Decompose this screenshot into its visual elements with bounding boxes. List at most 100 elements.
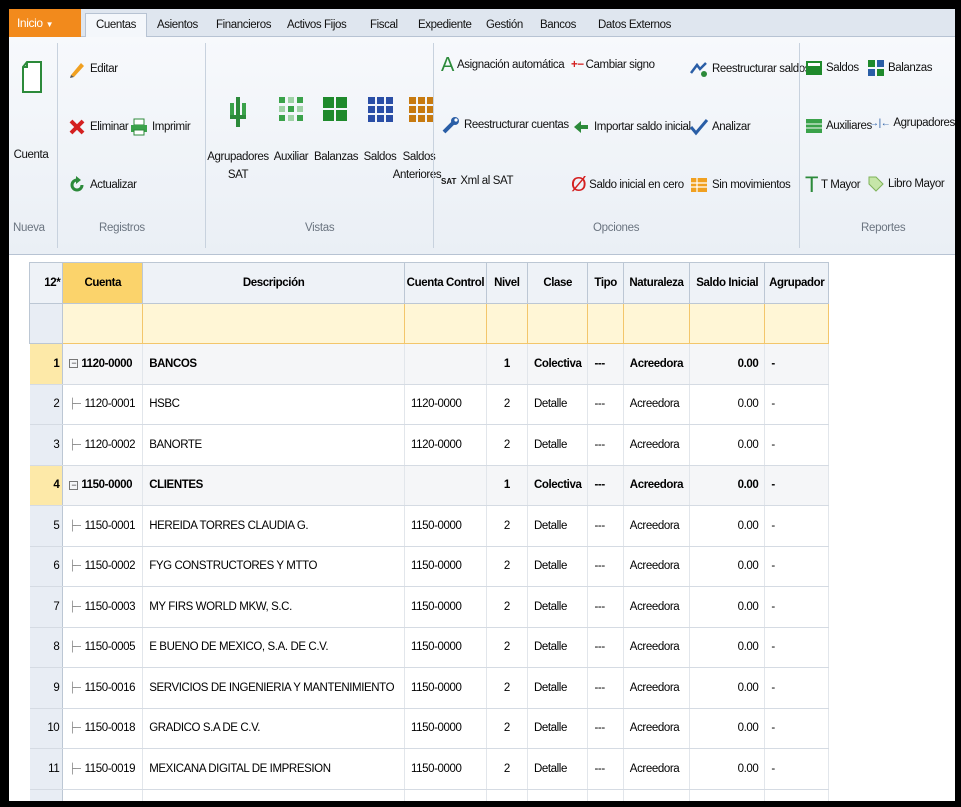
corner-cell[interactable]: 12* [28, 262, 64, 304]
col-header-nivel[interactable]: Nivel [485, 262, 528, 304]
cuenta-cell[interactable]: −1150-0000 [62, 465, 144, 506]
analizar-button[interactable]: Analizar [689, 117, 751, 137]
cuenta-control-cell[interactable]: 1120-0000 [404, 384, 487, 425]
table-row[interactable]: 3 ├─ 1120-0002 BANORTE 1120-0000 2 Detalle --- A… [29, 424, 829, 466]
table-row[interactable]: 10 ├─ 1150-0018 GRADICO S.A DE C.V. 1150-000… [29, 708, 829, 749]
collapse-toggle-icon[interactable]: − [69, 359, 79, 369]
tipo-cell[interactable]: --- [587, 708, 624, 749]
table-row[interactable]: 11 ├─ 1150-0019 MEXICANA DIGITAL DE IMPRESI… [29, 748, 829, 790]
nivel-cell[interactable]: 2 [486, 505, 528, 547]
refresh-button[interactable]: Actualizar [67, 175, 137, 195]
col-header-descripcion[interactable]: Descripción [142, 262, 405, 304]
saldos-anteriores-view-button[interactable]: Saldos Anteriores [393, 81, 447, 191]
report-t-mayor-button[interactable]: TT Mayor [805, 174, 861, 196]
nivel-cell[interactable]: 2 [486, 546, 528, 587]
saldo-inicial-cell[interactable]: 0.00 [689, 627, 766, 668]
filter-cell[interactable] [485, 302, 528, 344]
nivel-cell[interactable]: 2 [486, 667, 528, 709]
table-row[interactable]: 9 ├─ 1150-0016 SERVICIOS DE INGENIERIA Y MA… [29, 667, 829, 709]
filter-cell[interactable] [526, 302, 589, 344]
cuenta-cell[interactable]: ├─ 1150-0016 [62, 667, 144, 709]
naturaleza-cell[interactable]: Acreedora [623, 465, 691, 506]
nivel-cell[interactable]: 1 [486, 343, 528, 385]
cuenta-control-cell[interactable]: 1150-0000 [404, 586, 487, 628]
agrupador-cell[interactable]: - [764, 424, 829, 466]
saldo-inicial-cell[interactable]: 0.00 [689, 546, 766, 587]
clase-cell[interactable]: Detalle [527, 424, 589, 466]
agrupador-cell[interactable]: - [764, 384, 829, 425]
asignacion-automatica-button[interactable]: A Asignación automática [441, 55, 565, 75]
print-button[interactable]: Imprimir [129, 117, 191, 137]
nivel-cell[interactable]: 2 [486, 789, 528, 801]
naturaleza-cell[interactable]: Acreedora [623, 343, 691, 385]
nivel-cell[interactable]: 2 [486, 708, 528, 749]
cuenta-control-cell[interactable]: 1150-0000 [404, 627, 487, 668]
clase-cell[interactable]: Detalle [527, 789, 589, 801]
xml-sat-button[interactable]: SAT Xml al SAT [441, 175, 513, 187]
cambiar-signo-button[interactable]: +− Cambiar signo [571, 59, 655, 71]
clase-cell[interactable]: Detalle [527, 708, 589, 749]
nivel-cell[interactable]: 2 [486, 586, 528, 628]
saldos-view-button[interactable]: Saldos [359, 81, 401, 171]
cuenta-control-cell[interactable]: 1150-0000 [404, 708, 487, 749]
filter-cell[interactable] [62, 302, 144, 344]
saldo-inicial-cell[interactable]: 0.00 [689, 586, 766, 628]
saldo-inicial-cell[interactable]: 0.00 [689, 708, 766, 749]
nivel-cell[interactable]: 1 [486, 465, 528, 506]
descripcion-cell[interactable]: E BUENO DE MEXICO, S.A. DE C.V. [142, 627, 405, 668]
naturaleza-cell[interactable]: Acreedora [623, 505, 691, 547]
table-row[interactable]: 4−1150-0000 CLIENTES 1 Colectiva --- Acreedor… [29, 465, 829, 506]
clase-cell[interactable]: Detalle [527, 505, 589, 547]
descripcion-cell[interactable]: SERVICIOS DE INGENIERIA Y MANTENIMIENTO [142, 667, 405, 709]
filter-cell[interactable] [764, 302, 829, 344]
tipo-cell[interactable]: --- [587, 627, 624, 668]
report-agrupadores-button[interactable]: →|← Agrupadores [869, 117, 955, 129]
tipo-cell[interactable]: --- [587, 384, 624, 425]
cuenta-cell[interactable]: ├─ 1120-0001 [62, 384, 144, 425]
tipo-cell[interactable]: --- [587, 789, 624, 801]
tipo-cell[interactable]: --- [587, 748, 624, 790]
cuenta-cell[interactable]: −1120-0000 [62, 343, 144, 385]
filter-cell[interactable] [587, 302, 624, 344]
naturaleza-cell[interactable]: Acreedora [623, 789, 691, 801]
report-auxiliares-button[interactable]: Auxiliares [805, 117, 872, 135]
reestructurar-cuentas-button[interactable]: Reestructurar cuentas [441, 115, 569, 135]
cuenta-control-cell[interactable]: 1150-0000 [404, 546, 487, 587]
descripcion-cell[interactable]: GRADICO S.A DE C.V. [142, 708, 405, 749]
tipo-cell[interactable]: --- [587, 667, 624, 709]
tipo-cell[interactable]: --- [587, 586, 624, 628]
filter-cell[interactable] [404, 302, 487, 344]
cuenta-cell[interactable]: ├─ 1150-0019 [62, 748, 144, 790]
tab-inicio[interactable]: Inicio ▼ [9, 9, 81, 37]
table-row[interactable]: 6 ├─ 1150-0002 FYG CONSTRUCTORES Y MTTO 1150… [29, 546, 829, 587]
naturaleza-cell[interactable]: Acreedora [623, 627, 691, 668]
edit-button[interactable]: Editar [67, 59, 118, 79]
cuenta-control-cell[interactable]: 1120-0000 [404, 424, 487, 466]
descripcion-cell[interactable]: MEXICANA DIGITAL DE IMPRESION [142, 748, 405, 790]
saldo-cero-button[interactable]: Ø Saldo inicial en cero [571, 175, 684, 195]
nivel-cell[interactable]: 2 [486, 748, 528, 790]
col-header-saldo-inicial[interactable]: Saldo Inicial [689, 262, 766, 304]
clase-cell[interactable]: Colectiva [527, 465, 589, 506]
tipo-cell[interactable]: --- [587, 424, 624, 466]
saldo-inicial-cell[interactable]: 0.00 [689, 465, 766, 506]
col-header-cuenta-control[interactable]: Cuenta Control [404, 262, 487, 304]
delete-button[interactable]: Eliminar [67, 117, 129, 137]
tipo-cell[interactable]: --- [587, 465, 624, 506]
descripcion-cell[interactable]: HEREIDA TORRES CLAUDIA G. [142, 505, 405, 547]
cuenta-control-cell[interactable] [404, 343, 487, 385]
tab-datos-externos[interactable]: Datos Externos [598, 14, 671, 36]
table-row[interactable]: 1−1120-0000 BANCOS 1 Colectiva --- Acreedora 0… [29, 343, 829, 385]
clase-cell[interactable]: Colectiva [527, 343, 589, 385]
agrupador-cell[interactable]: - [764, 465, 829, 506]
clase-cell[interactable]: Detalle [527, 586, 589, 628]
agrupador-cell[interactable]: - [764, 748, 829, 790]
cuenta-cell[interactable]: ├─ 1150-0003 [62, 586, 144, 628]
cuenta-control-cell[interactable]: 1150-0000 [404, 667, 487, 709]
agrupador-cell[interactable]: - [764, 505, 829, 547]
agrupador-cell[interactable]: - [764, 546, 829, 587]
naturaleza-cell[interactable]: Acreedora [623, 546, 691, 587]
collapse-toggle-icon[interactable]: − [69, 480, 79, 490]
table-row[interactable]: 5 ├─ 1150-0001 HEREIDA TORRES CLAUDIA G. 115… [29, 505, 829, 547]
descripcion-cell[interactable]: BANORTE [142, 424, 405, 466]
